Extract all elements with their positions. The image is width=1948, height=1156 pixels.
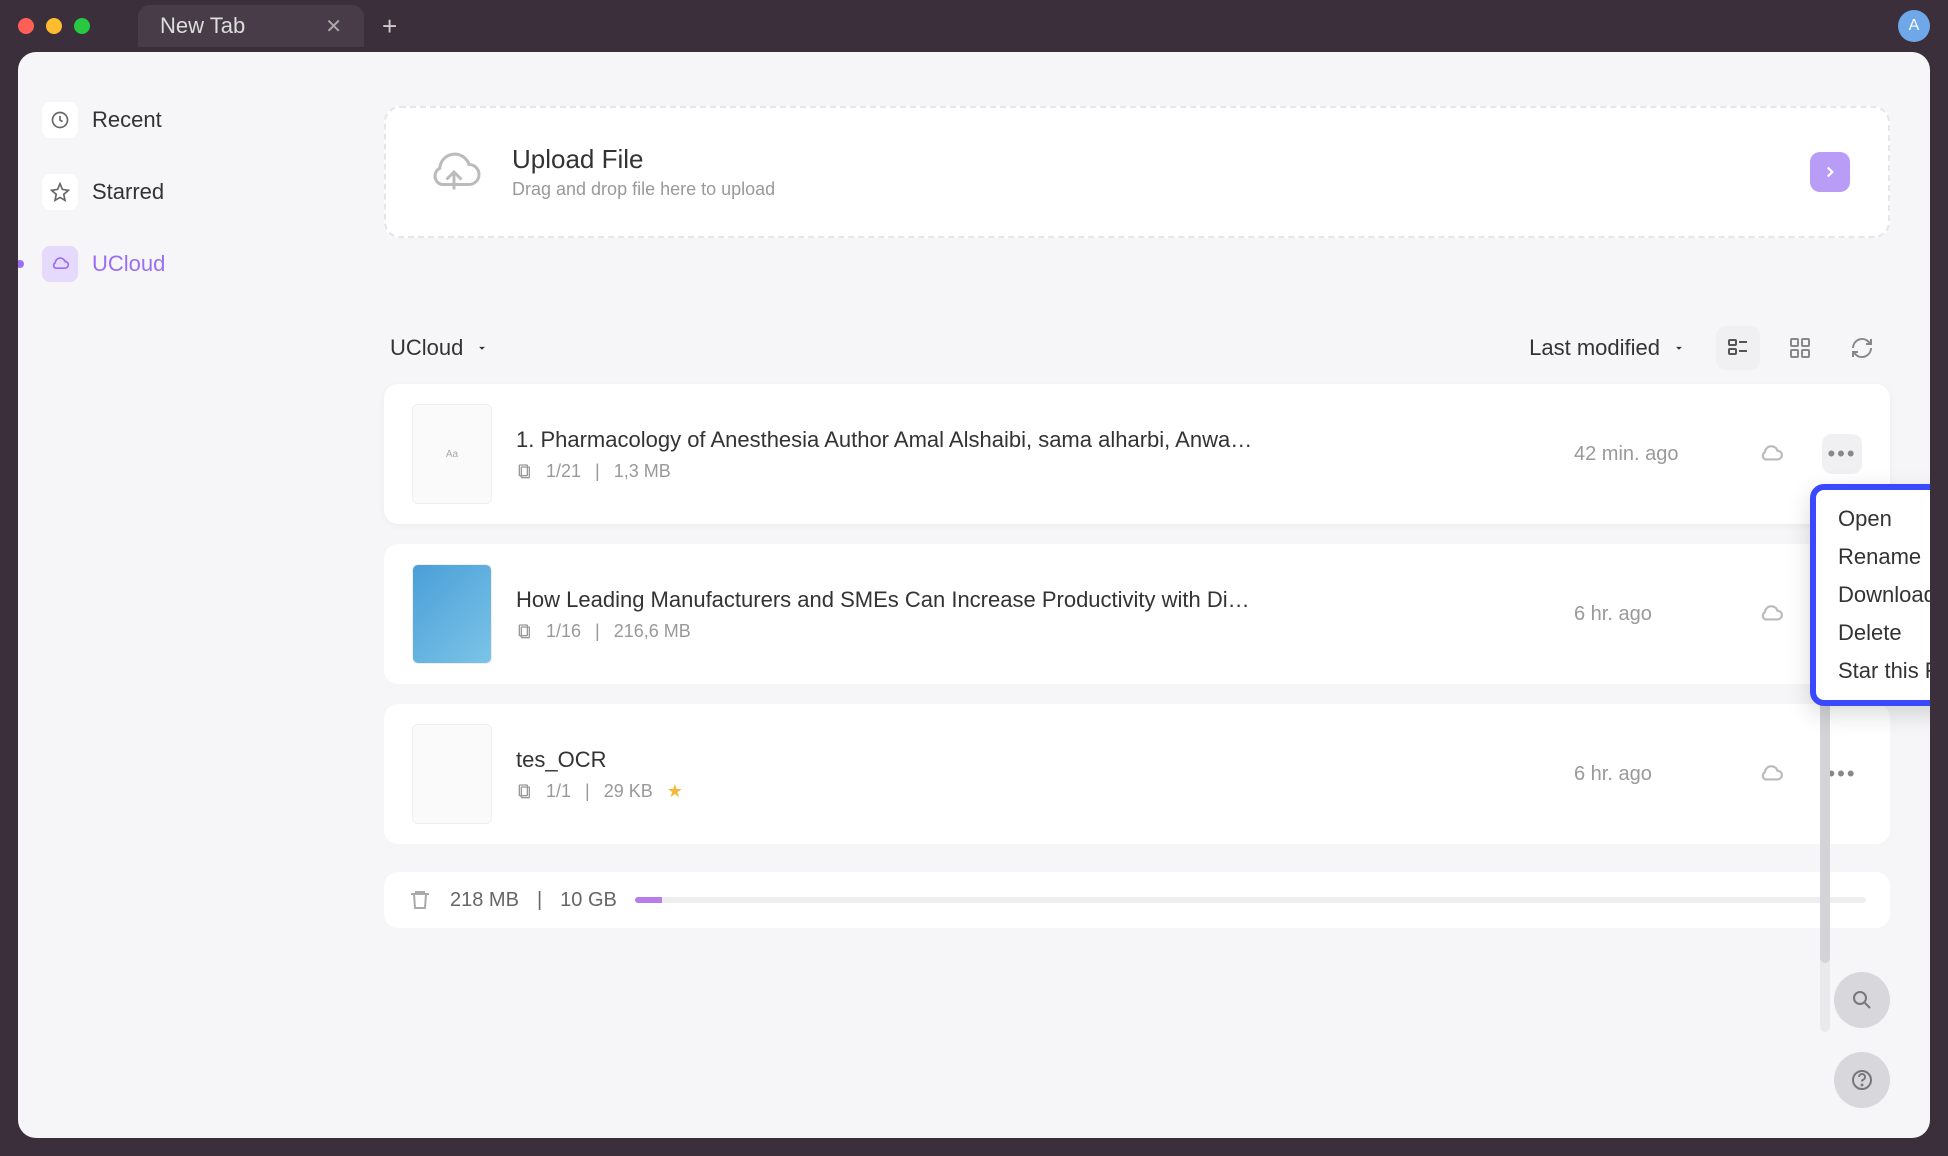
star-icon: ★ xyxy=(667,781,683,802)
upload-text: Upload File Drag and drop file here to u… xyxy=(512,144,775,200)
file-meta: 1/21 | 1,3 MB xyxy=(516,461,1550,482)
storage-total: 10 GB xyxy=(560,889,617,912)
file-thumbnail: Aa xyxy=(412,404,492,504)
titlebar: New Tab ✕ + A xyxy=(0,0,1948,52)
sidebar-item-label: UCloud xyxy=(92,251,165,277)
browser-tab[interactable]: New Tab ✕ xyxy=(138,5,364,47)
maximize-window-button[interactable] xyxy=(74,18,90,34)
file-toolbar: UCloud Last modified xyxy=(384,326,1890,384)
pages-icon xyxy=(516,463,532,479)
storage-used: 218 MB xyxy=(450,889,519,912)
cloud-sync-icon xyxy=(1758,441,1798,467)
file-time: 6 hr. ago xyxy=(1574,603,1734,626)
window-controls xyxy=(18,18,90,34)
close-window-button[interactable] xyxy=(18,18,34,34)
main-content: Upload File Drag and drop file here to u… xyxy=(274,52,1930,1138)
file-info: tes_OCR 1/1 | 29 KB ★ xyxy=(516,747,1550,802)
cloud-sync-icon xyxy=(1758,761,1798,787)
cloud-sync-icon xyxy=(1758,601,1798,627)
file-info: 1. Pharmacology of Anesthesia Author Ama… xyxy=(516,427,1550,482)
storage-fill xyxy=(635,897,662,903)
view-switcher xyxy=(1716,326,1884,370)
sidebar-item-starred[interactable]: Starred xyxy=(34,168,258,216)
file-name: How Leading Manufacturers and SMEs Can I… xyxy=(516,587,1336,613)
help-button[interactable] xyxy=(1834,1052,1890,1108)
upload-cloud-icon xyxy=(424,142,484,202)
file-meta: 1/1 | 29 KB ★ xyxy=(516,781,1550,802)
star-icon xyxy=(42,174,78,210)
ctx-rename[interactable]: Rename xyxy=(1816,538,1930,576)
sidebar: Recent Starred UCloud xyxy=(18,52,274,1138)
chevron-down-icon xyxy=(1672,341,1686,355)
file-time: 6 hr. ago xyxy=(1574,763,1734,786)
upload-button[interactable] xyxy=(1810,152,1850,192)
file-thumbnail xyxy=(412,564,492,664)
more-options-button[interactable]: ••• xyxy=(1822,434,1862,474)
sidebar-item-ucloud[interactable]: UCloud xyxy=(34,240,258,288)
close-tab-icon[interactable]: ✕ xyxy=(325,14,342,39)
storage-bar: 218 MB | 10 GB xyxy=(384,872,1890,928)
list-view-button[interactable] xyxy=(1716,326,1760,370)
cloud-icon xyxy=(42,246,78,282)
clock-icon xyxy=(42,102,78,138)
file-meta: 1/16 | 216,6 MB xyxy=(516,621,1550,642)
sidebar-item-label: Recent xyxy=(92,107,162,133)
sidebar-item-recent[interactable]: Recent xyxy=(34,96,258,144)
trash-icon[interactable] xyxy=(408,888,432,912)
storage-progress xyxy=(635,897,1866,903)
ctx-download[interactable]: Download xyxy=(1816,576,1930,614)
file-row[interactable]: Aa 1. Pharmacology of Anesthesia Author … xyxy=(384,384,1890,524)
upload-title: Upload File xyxy=(512,144,775,175)
file-time: 42 min. ago xyxy=(1574,443,1734,466)
file-name: tes_OCR xyxy=(516,747,1336,773)
context-menu: Open Rename Download Delete Star this Fi… xyxy=(1810,484,1930,706)
app-window: Recent Starred UCloud Upload File Drag a… xyxy=(18,52,1930,1138)
file-name: 1. Pharmacology of Anesthesia Author Ama… xyxy=(516,427,1336,453)
floating-buttons xyxy=(1834,972,1890,1108)
file-thumbnail xyxy=(412,724,492,824)
avatar[interactable]: A xyxy=(1898,10,1930,42)
grid-view-button[interactable] xyxy=(1778,326,1822,370)
ctx-star[interactable]: Star this File xyxy=(1816,652,1930,690)
search-button[interactable] xyxy=(1834,972,1890,1028)
upload-dropzone[interactable]: Upload File Drag and drop file here to u… xyxy=(384,106,1890,238)
tab-title: New Tab xyxy=(160,13,245,39)
location-dropdown[interactable]: UCloud xyxy=(390,335,489,361)
refresh-button[interactable] xyxy=(1840,326,1884,370)
new-tab-button[interactable]: + xyxy=(382,11,397,42)
active-indicator xyxy=(18,260,24,268)
upload-subtitle: Drag and drop file here to upload xyxy=(512,179,775,200)
sidebar-item-label: Starred xyxy=(92,179,164,205)
chevron-down-icon xyxy=(475,341,489,355)
file-info: How Leading Manufacturers and SMEs Can I… xyxy=(516,587,1550,642)
file-row[interactable]: tes_OCR 1/1 | 29 KB ★ 6 hr. ago ••• xyxy=(384,704,1890,844)
ctx-delete[interactable]: Delete xyxy=(1816,614,1930,652)
file-row[interactable]: How Leading Manufacturers and SMEs Can I… xyxy=(384,544,1890,684)
pages-icon xyxy=(516,783,532,799)
file-list: Aa 1. Pharmacology of Anesthesia Author … xyxy=(384,384,1890,844)
pages-icon xyxy=(516,623,532,639)
minimize-window-button[interactable] xyxy=(46,18,62,34)
sort-dropdown[interactable]: Last modified xyxy=(1529,335,1686,361)
ctx-open[interactable]: Open xyxy=(1816,500,1930,538)
